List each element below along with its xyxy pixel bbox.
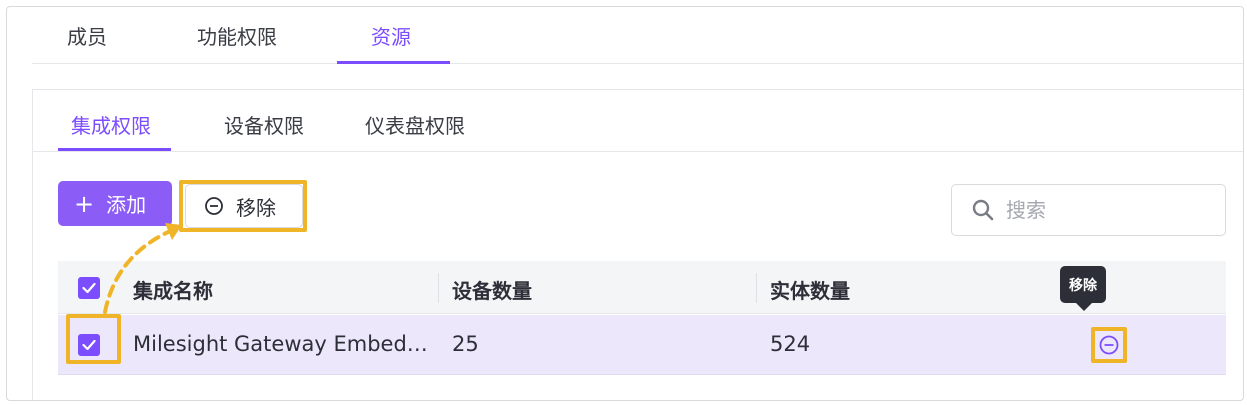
cell-device-count: 25 xyxy=(452,332,479,356)
select-all-checkbox[interactable] xyxy=(78,277,100,299)
row-remove-button[interactable] xyxy=(1091,327,1127,363)
tab-dashboard-permissions[interactable]: 仪表盘权限 xyxy=(365,110,465,139)
check-icon xyxy=(82,282,96,294)
plus-icon: + xyxy=(74,189,95,218)
table-row[interactable]: Milesight Gateway Embed… 25 524 xyxy=(58,315,1226,375)
column-divider xyxy=(438,273,439,303)
remove-button-label: 移除 xyxy=(236,195,276,220)
column-header-entity-count[interactable]: 实体数量 xyxy=(770,275,850,304)
row-checkbox[interactable] xyxy=(78,334,100,356)
remove-button[interactable]: 移除 xyxy=(185,184,303,228)
column-divider xyxy=(756,273,757,303)
cell-integration-name: Milesight Gateway Embed… xyxy=(133,332,428,356)
tab-resources[interactable]: 资源 xyxy=(371,21,411,50)
search-icon xyxy=(972,199,994,221)
minus-circle-icon xyxy=(1099,335,1119,355)
search-box[interactable] xyxy=(951,184,1226,236)
search-input[interactable] xyxy=(1006,198,1206,222)
tab-device-permissions[interactable]: 设备权限 xyxy=(224,110,304,139)
active-tab-indicator xyxy=(337,61,450,64)
cell-entity-count: 524 xyxy=(770,332,811,356)
remove-tooltip: 移除 xyxy=(1060,266,1106,303)
tab-integration-permissions[interactable]: 集成权限 xyxy=(71,110,151,139)
tab-function-permissions[interactable]: 功能权限 xyxy=(197,21,277,50)
minus-circle-icon xyxy=(205,197,223,215)
add-button-label: 添加 xyxy=(106,193,147,217)
add-button[interactable]: + 添加 xyxy=(58,181,172,226)
tab-members[interactable]: 成员 xyxy=(67,21,107,50)
top-tab-bar: 成员 功能权限 资源 xyxy=(32,7,1243,64)
sub-tab-bar: 集成权限 设备权限 仪表盘权限 xyxy=(33,90,1243,152)
tooltip-arrow xyxy=(1076,303,1092,311)
active-sub-tab-indicator xyxy=(58,148,171,151)
permissions-panel-frame: 成员 功能权限 资源 集成权限 设备权限 仪表盘权限 + 添加 移除 搜索 集成… xyxy=(6,6,1244,401)
column-header-device-count[interactable]: 设备数量 xyxy=(452,275,532,304)
resources-panel: 集成权限 设备权限 仪表盘权限 + 添加 移除 搜索 集成名称 设备数量 实体数… xyxy=(32,89,1243,400)
table-header: 集成名称 设备数量 实体数量 xyxy=(58,261,1226,314)
column-header-integration-name[interactable]: 集成名称 xyxy=(133,275,213,304)
check-icon xyxy=(82,339,96,351)
